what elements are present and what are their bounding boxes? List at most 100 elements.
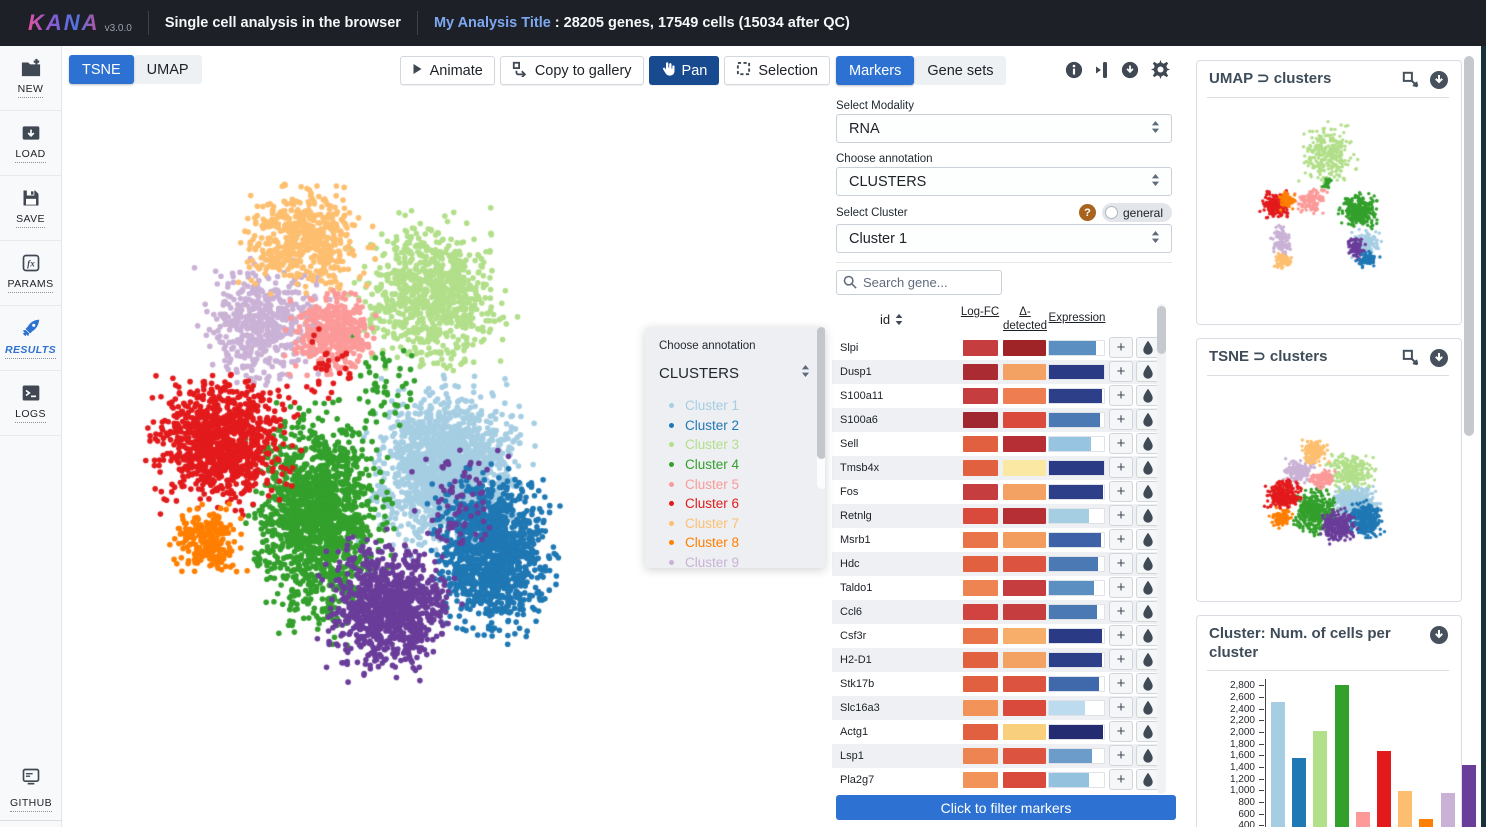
marker-row[interactable]: Slc16a3 + bbox=[832, 696, 1162, 720]
logfc-bar bbox=[963, 676, 998, 692]
cluster-list-item[interactable]: Cluster 7 bbox=[669, 514, 813, 534]
search-gene-input[interactable] bbox=[836, 270, 1002, 295]
marker-row[interactable]: Slpi + bbox=[832, 336, 1162, 360]
help-icon[interactable]: ? bbox=[1079, 204, 1096, 221]
sidebar-item-results[interactable]: RESULTS bbox=[0, 306, 61, 371]
tab-tsne[interactable]: TSNE bbox=[69, 55, 134, 84]
animate-button[interactable]: Animate bbox=[399, 56, 495, 85]
tsne-mini-plot[interactable] bbox=[1209, 376, 1447, 581]
cluster-select[interactable]: Cluster 1 bbox=[836, 224, 1172, 253]
add-marker-button[interactable]: + bbox=[1109, 361, 1133, 382]
copy-to-gallery-button[interactable]: Copy to gallery bbox=[499, 56, 644, 85]
delta-detected-bar bbox=[1003, 628, 1046, 644]
gear-icon[interactable] bbox=[1151, 60, 1170, 79]
add-marker-button[interactable]: + bbox=[1109, 553, 1133, 574]
marker-row[interactable]: S100a11 + bbox=[832, 384, 1162, 408]
tab-umap[interactable]: UMAP bbox=[133, 55, 202, 84]
add-marker-button[interactable]: + bbox=[1109, 649, 1133, 670]
marker-table-scrollbar[interactable] bbox=[1157, 304, 1166, 794]
tab-markers[interactable]: Markers bbox=[836, 56, 915, 85]
add-marker-button[interactable]: + bbox=[1109, 601, 1133, 622]
sidebar-item-github[interactable]: GITHUB bbox=[0, 759, 62, 821]
cluster-label: Cluster 3 bbox=[685, 437, 740, 453]
marker-row[interactable]: Retnlg + bbox=[832, 504, 1162, 528]
download-icon[interactable] bbox=[1429, 70, 1449, 90]
cluster-list-scrollbar[interactable] bbox=[817, 327, 825, 489]
marker-row[interactable]: Dusp1 + bbox=[832, 360, 1162, 384]
selection-button[interactable]: Selection bbox=[724, 56, 830, 85]
download-icon[interactable] bbox=[1121, 61, 1139, 79]
add-marker-button[interactable]: + bbox=[1109, 577, 1133, 598]
card-title: UMAP ⊃ clusters bbox=[1209, 70, 1332, 87]
add-marker-button[interactable]: + bbox=[1109, 529, 1133, 550]
expression-bar bbox=[1048, 676, 1105, 692]
add-marker-button[interactable]: + bbox=[1109, 745, 1133, 766]
sidebar-item-new[interactable]: NEW bbox=[0, 46, 61, 111]
cluster-list-item[interactable]: Cluster 9 bbox=[669, 553, 813, 568]
select-region-icon[interactable] bbox=[1402, 71, 1420, 89]
header-logfc[interactable]: Log-FC bbox=[954, 306, 1006, 320]
add-marker-button[interactable]: + bbox=[1109, 337, 1133, 358]
add-marker-button[interactable]: + bbox=[1109, 409, 1133, 430]
annotation-select[interactable]: CLUSTERS bbox=[836, 167, 1172, 196]
tab-gene-sets[interactable]: Gene sets bbox=[914, 56, 1007, 85]
cluster-list-item[interactable]: Cluster 3 bbox=[669, 435, 813, 455]
header-id-sort[interactable]: id bbox=[862, 312, 922, 328]
marker-row[interactable]: Stk17b + bbox=[832, 672, 1162, 696]
marker-row[interactable]: Csf3r + bbox=[832, 624, 1162, 648]
add-marker-button[interactable]: + bbox=[1109, 721, 1133, 742]
marker-row[interactable]: S100a6 + bbox=[832, 408, 1162, 432]
marker-row[interactable]: Sell + bbox=[832, 432, 1162, 456]
info-icon[interactable] bbox=[1065, 61, 1083, 79]
add-marker-button[interactable]: + bbox=[1109, 673, 1133, 694]
cluster-list-item[interactable]: Cluster 4 bbox=[669, 455, 813, 475]
marker-row[interactable]: Lsp1 + bbox=[832, 744, 1162, 768]
cluster-list-item[interactable]: Cluster 1 bbox=[669, 396, 813, 416]
scrollbar-thumb[interactable] bbox=[817, 327, 825, 459]
marker-row[interactable]: Msrb1 + bbox=[832, 528, 1162, 552]
marker-row[interactable]: Ccl6 + bbox=[832, 600, 1162, 624]
modality-select[interactable]: RNA bbox=[836, 114, 1172, 143]
marker-row[interactable]: Tmsb4x + bbox=[832, 456, 1162, 480]
add-marker-button[interactable]: + bbox=[1109, 385, 1133, 406]
add-marker-button[interactable]: + bbox=[1109, 457, 1133, 478]
download-icon[interactable] bbox=[1429, 348, 1449, 368]
umap-mini-plot[interactable] bbox=[1209, 98, 1447, 303]
cluster-list-item[interactable]: Cluster 6 bbox=[669, 494, 813, 514]
cluster-list-item[interactable]: Cluster 8 bbox=[669, 533, 813, 553]
header-delta-detected[interactable]: Δ-detected bbox=[1000, 306, 1050, 334]
y-tick-mark bbox=[1259, 743, 1264, 745]
add-marker-button[interactable]: + bbox=[1109, 697, 1133, 718]
sidebar-item-load[interactable]: LOAD bbox=[0, 111, 61, 176]
sidebar-item-save[interactable]: SAVE bbox=[0, 176, 61, 241]
add-marker-button[interactable]: + bbox=[1109, 769, 1133, 790]
gene-name: S100a6 bbox=[840, 414, 878, 426]
cluster-list-item[interactable]: Cluster 5 bbox=[669, 474, 813, 494]
sidebar-item-logs[interactable]: LOGS bbox=[0, 371, 61, 436]
marker-row[interactable]: H2-D1 + bbox=[832, 648, 1162, 672]
pan-button[interactable]: Pan bbox=[648, 56, 720, 85]
general-toggle[interactable]: general bbox=[1101, 203, 1172, 222]
marker-row[interactable]: Hdc + bbox=[832, 552, 1162, 576]
marker-row[interactable]: Actg1 + bbox=[832, 720, 1162, 744]
annotation-select[interactable]: CLUSTERS bbox=[659, 364, 813, 383]
download-icon[interactable] bbox=[1429, 625, 1449, 645]
sidebar-item-params[interactable]: fx PARAMS bbox=[0, 241, 61, 306]
collapse-panel-icon[interactable] bbox=[1095, 61, 1109, 79]
analysis-title-link[interactable]: My Analysis Title bbox=[434, 15, 551, 31]
gallery-scrollbar[interactable] bbox=[1464, 56, 1474, 436]
marker-row[interactable]: Pla2g7 + bbox=[832, 768, 1162, 792]
add-marker-button[interactable]: + bbox=[1109, 505, 1133, 526]
markers-tabs: Markers Gene sets bbox=[836, 56, 1007, 85]
select-region-icon[interactable] bbox=[1402, 349, 1420, 367]
add-marker-button[interactable]: + bbox=[1109, 625, 1133, 646]
filter-markers-button[interactable]: Click to filter markers bbox=[836, 795, 1176, 820]
header-expression[interactable]: Expression bbox=[1048, 312, 1106, 326]
add-marker-button[interactable]: + bbox=[1109, 481, 1133, 502]
marker-row[interactable]: Taldo1 + bbox=[832, 576, 1162, 600]
cluster-list-item[interactable]: Cluster 2 bbox=[669, 416, 813, 436]
add-marker-button[interactable]: + bbox=[1109, 433, 1133, 454]
bar-cluster-2 bbox=[1292, 757, 1307, 827]
scrollbar-thumb[interactable] bbox=[1157, 306, 1166, 354]
marker-row[interactable]: Fos + bbox=[832, 480, 1162, 504]
